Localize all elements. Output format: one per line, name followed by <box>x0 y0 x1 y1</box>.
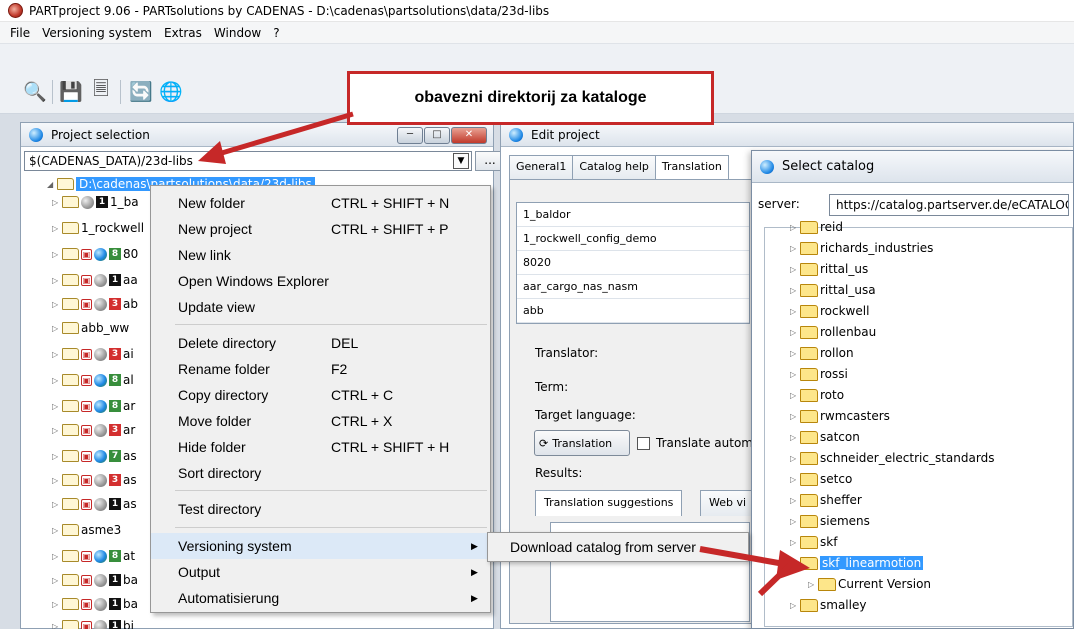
callout-arrow <box>198 111 354 164</box>
catalog-arrow-tail <box>757 562 793 597</box>
catalog-arrow <box>699 546 810 597</box>
annotation-arrows <box>198 111 810 597</box>
callout-arrow-head <box>198 141 226 164</box>
callout-arrow-line <box>214 111 354 158</box>
catalog-arrow-line <box>699 546 791 568</box>
